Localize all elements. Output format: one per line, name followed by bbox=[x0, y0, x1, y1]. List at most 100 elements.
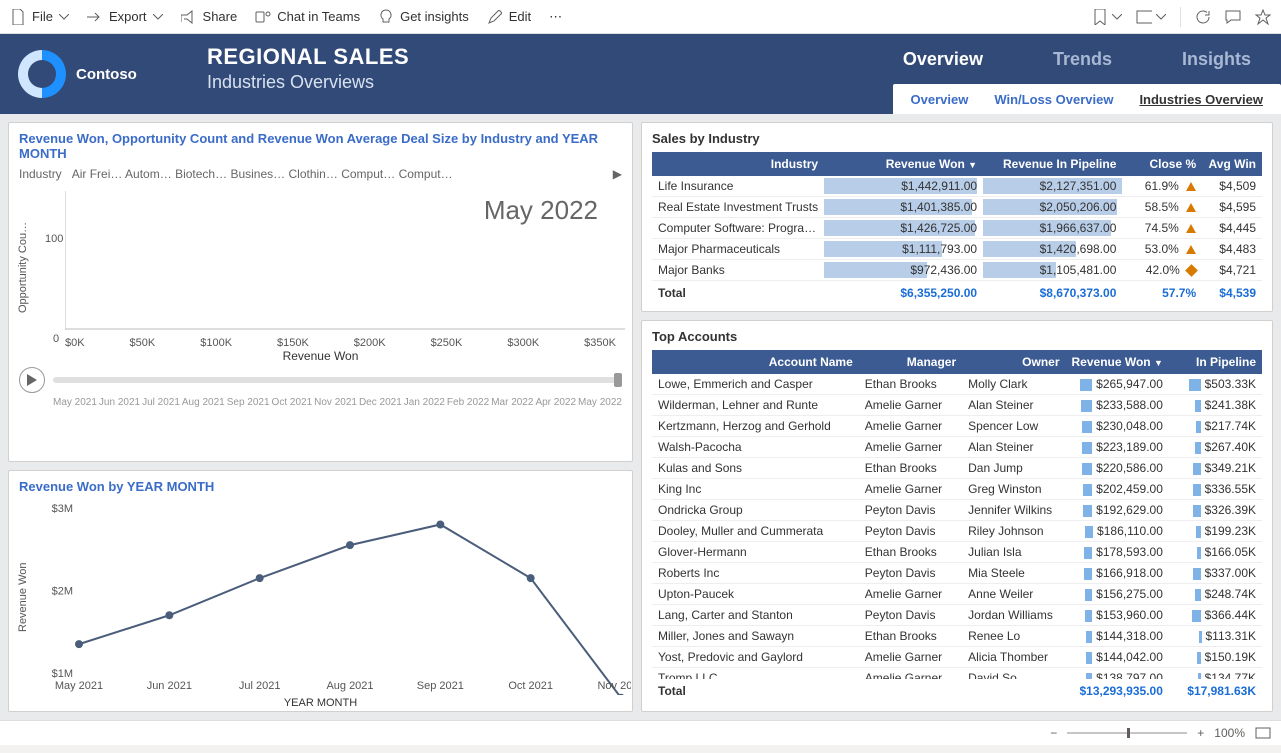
subtab-overview[interactable]: Overview bbox=[911, 92, 969, 107]
table-row[interactable]: Kertzmann, Herzog and Gerhold Amelie Gar… bbox=[652, 416, 1262, 437]
sales-by-industry-card[interactable]: Sales by Industry IndustryRevenue Won ▼R… bbox=[641, 122, 1273, 312]
share-icon bbox=[181, 9, 197, 25]
pencil-icon bbox=[487, 9, 503, 25]
table-row[interactable]: Major Banks $972,436.00 $1,105,481.00 42… bbox=[652, 260, 1262, 281]
table-row[interactable]: Miller, Jones and Sawayn Ethan Brooks Re… bbox=[652, 626, 1262, 647]
slider-thumb[interactable] bbox=[614, 373, 622, 387]
legend-item[interactable]: Air Frei… bbox=[72, 167, 123, 181]
chevron-down-icon bbox=[59, 14, 69, 20]
report-canvas: Revenue Won, Opportunity Count and Reven… bbox=[0, 114, 1281, 720]
share-button[interactable]: Share bbox=[181, 9, 238, 25]
legend-scroll-right-icon[interactable]: ▶ bbox=[613, 167, 622, 181]
subnav: Overview Win/Loss Overview Industries Ov… bbox=[893, 84, 1281, 114]
export-menu[interactable]: Export bbox=[87, 9, 163, 25]
scatter-title: Revenue Won, Opportunity Count and Reven… bbox=[19, 131, 622, 161]
table-row[interactable]: Wilderman, Lehner and Runte Amelie Garne… bbox=[652, 395, 1262, 416]
line-chart-card[interactable]: Revenue Won by YEAR MONTH Revenue Won $3… bbox=[8, 470, 633, 712]
zoom-out-button[interactable]: − bbox=[1050, 726, 1057, 740]
line-y-label: Revenue Won bbox=[17, 500, 35, 695]
ellipsis-icon: ⋯ bbox=[549, 9, 562, 25]
insights-button[interactable]: Get insights bbox=[378, 9, 469, 25]
legend-item[interactable]: Busines… bbox=[230, 167, 285, 181]
scatter-x-label: Revenue Won bbox=[19, 349, 622, 363]
brand-logo: Contoso bbox=[0, 34, 193, 114]
logo-icon bbox=[18, 50, 66, 98]
file-icon bbox=[10, 9, 26, 25]
svg-text:$3M: $3M bbox=[52, 503, 73, 515]
bookmark-icon[interactable] bbox=[1092, 9, 1108, 25]
svg-text:Jun 2021: Jun 2021 bbox=[147, 680, 192, 692]
svg-text:Sep 2021: Sep 2021 bbox=[417, 680, 464, 692]
accounts-header: Account NameManagerOwnerRevenue Won ▼In … bbox=[652, 350, 1262, 374]
line-x-label: YEAR MONTH bbox=[19, 697, 622, 709]
table-row[interactable]: Life Insurance $1,442,911.00 $2,127,351.… bbox=[652, 176, 1262, 197]
table-row[interactable]: Computer Software: Progra… $1,426,725.00… bbox=[652, 218, 1262, 239]
edit-button[interactable]: Edit bbox=[487, 9, 531, 25]
slider-track[interactable] bbox=[53, 377, 622, 383]
time-slider[interactable] bbox=[19, 367, 622, 393]
table-row[interactable]: Walsh-Pacocha Amelie Garner Alan Steiner… bbox=[652, 437, 1262, 458]
legend-item[interactable]: Clothin… bbox=[288, 167, 337, 181]
refresh-icon[interactable] bbox=[1195, 9, 1211, 25]
report-header: Contoso REGIONAL SALES Industries Overvi… bbox=[0, 34, 1281, 114]
teams-chat-button[interactable]: Chat in Teams bbox=[255, 9, 360, 25]
more-menu[interactable]: ⋯ bbox=[549, 9, 562, 25]
svg-text:Aug 2021: Aug 2021 bbox=[326, 680, 373, 692]
scatter-chart-card[interactable]: Revenue Won, Opportunity Count and Reven… bbox=[8, 122, 633, 462]
play-button[interactable] bbox=[19, 367, 45, 393]
legend-item[interactable]: Comput… bbox=[341, 167, 395, 181]
salesind-title: Sales by Industry bbox=[652, 131, 1262, 146]
table-row[interactable]: Tromp LLC Amelie Garner David So $138,79… bbox=[652, 668, 1262, 680]
top-toolbar: File Export Share Chat in Teams Get insi… bbox=[0, 0, 1281, 34]
chevron-down-icon bbox=[153, 14, 163, 20]
brand-name: Contoso bbox=[76, 66, 137, 83]
table-row[interactable]: Roberts Inc Peyton Davis Mia Steele $166… bbox=[652, 563, 1262, 584]
table-row[interactable]: Real Estate Investment Trusts $1,401,385… bbox=[652, 197, 1262, 218]
export-icon bbox=[87, 9, 103, 25]
accounts-title: Top Accounts bbox=[652, 329, 1262, 344]
scatter-y-label: Opportunity Cou… bbox=[17, 187, 35, 347]
svg-text:Jul 2021: Jul 2021 bbox=[239, 680, 281, 692]
subtab-industries[interactable]: Industries Overview bbox=[1139, 92, 1263, 107]
legend-item[interactable]: Biotech… bbox=[175, 167, 227, 181]
table-row[interactable]: King Inc Amelie Garner Greg Winston $202… bbox=[652, 479, 1262, 500]
tab-insights[interactable]: Insights bbox=[1182, 49, 1251, 70]
zoom-slider[interactable] bbox=[1067, 732, 1187, 734]
tab-overview[interactable]: Overview bbox=[903, 49, 983, 70]
accounts-table[interactable]: Lowe, Emmerich and Casper Ethan Brooks M… bbox=[652, 374, 1262, 679]
line-title: Revenue Won by YEAR MONTH bbox=[19, 479, 622, 494]
svg-text:$2M: $2M bbox=[52, 586, 73, 598]
svg-text:Nov 2021: Nov 2021 bbox=[597, 680, 631, 692]
bulb-icon bbox=[378, 9, 394, 25]
svg-text:May 2021: May 2021 bbox=[55, 680, 103, 692]
table-row[interactable]: Lowe, Emmerich and Casper Ethan Brooks M… bbox=[652, 374, 1262, 395]
table-row[interactable]: Ondricka Group Peyton Davis Jennifer Wil… bbox=[652, 500, 1262, 521]
file-menu[interactable]: File bbox=[10, 9, 69, 25]
salesind-table[interactable]: IndustryRevenue Won ▼Revenue In Pipeline… bbox=[652, 152, 1262, 305]
scatter-legend: Industry Air Frei… Autom… Biotech… Busin… bbox=[19, 167, 622, 181]
svg-text:$1M: $1M bbox=[52, 668, 73, 680]
fit-page-icon[interactable] bbox=[1255, 727, 1271, 739]
table-row[interactable]: Kulas and Sons Ethan Brooks Dan Jump $22… bbox=[652, 458, 1262, 479]
star-icon[interactable] bbox=[1255, 9, 1271, 25]
legend-item[interactable]: Comput… bbox=[399, 167, 453, 181]
table-row[interactable]: Lang, Carter and Stanton Peyton Davis Jo… bbox=[652, 605, 1262, 626]
chevron-down-icon bbox=[1112, 14, 1122, 20]
legend-item[interactable]: Autom… bbox=[125, 167, 172, 181]
tab-trends[interactable]: Trends bbox=[1053, 49, 1112, 70]
chevron-down-icon bbox=[1156, 14, 1166, 20]
svg-text:Oct 2021: Oct 2021 bbox=[508, 680, 553, 692]
table-row[interactable]: Major Pharmaceuticals $1,111,793.00 $1,4… bbox=[652, 239, 1262, 260]
view-icon[interactable] bbox=[1136, 9, 1152, 25]
subtab-winloss[interactable]: Win/Loss Overview bbox=[994, 92, 1113, 107]
table-row[interactable]: Dooley, Muller and Cummerata Peyton Davi… bbox=[652, 521, 1262, 542]
teams-icon bbox=[255, 9, 271, 25]
zoom-in-button[interactable]: + bbox=[1197, 726, 1204, 740]
table-row[interactable]: Yost, Predovic and Gaylord Amelie Garner… bbox=[652, 647, 1262, 668]
comment-icon[interactable] bbox=[1225, 9, 1241, 25]
top-accounts-card[interactable]: Top Accounts Account NameManagerOwnerRev… bbox=[641, 320, 1273, 712]
table-row[interactable]: Glover-Hermann Ethan Brooks Julian Isla … bbox=[652, 542, 1262, 563]
table-row[interactable]: Upton-Paucek Amelie Garner Anne Weiler $… bbox=[652, 584, 1262, 605]
status-bar: − + 100% bbox=[0, 720, 1281, 745]
zoom-level: 100% bbox=[1214, 726, 1245, 740]
